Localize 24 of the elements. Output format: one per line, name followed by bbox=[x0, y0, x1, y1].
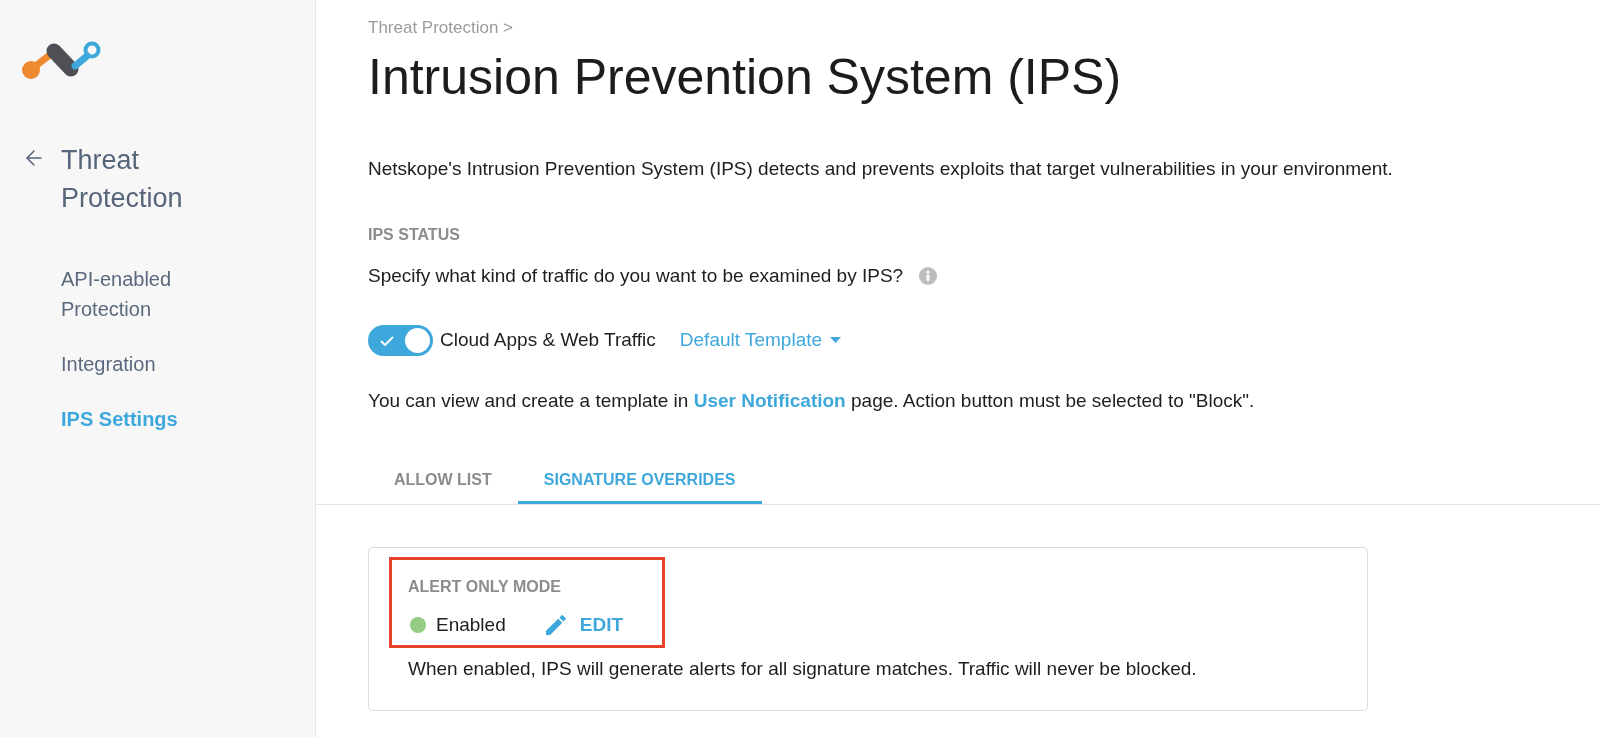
alert-mode-heading: ALERT ONLY MODE bbox=[408, 577, 562, 597]
sidebar-link[interactable]: API-enabled Protection bbox=[61, 264, 241, 324]
check-icon bbox=[380, 335, 394, 347]
status-label: Enabled bbox=[436, 612, 506, 637]
caret-icon bbox=[830, 337, 842, 343]
edit-button[interactable]: EDIT bbox=[545, 610, 623, 640]
info-icon[interactable] bbox=[919, 267, 938, 285]
alert-mode-description: When enabled, IPS will generate alerts for all signature matches. Traffic will never be blocked. bbox=[408, 657, 1198, 681]
template-dropdown[interactable]: Default Template bbox=[679, 325, 842, 355]
page-title: Intrusion Prevention System (IPS) bbox=[368, 48, 1123, 107]
breadcrumb: Threat Protection > bbox=[368, 17, 515, 39]
tab[interactable]: ALLOW LIST bbox=[368, 462, 518, 504]
question-text: Specify what kind of traffic do you want to be examined by IPS? bbox=[368, 264, 904, 288]
template-note: You can view and create a template in User Notification page. Action button must be selected to "Block". bbox=[368, 389, 1256, 413]
toggle-label: Cloud Apps & Web Traffic bbox=[440, 327, 656, 352]
toggle-switch[interactable] bbox=[368, 324, 433, 356]
tab[interactable]: SIGNATURE OVERRIDES bbox=[517, 462, 762, 504]
user-notification-link[interactable]: User Notification bbox=[693, 390, 846, 411]
pencil-icon bbox=[545, 615, 566, 635]
sidebar-title: Threat Protection bbox=[61, 144, 184, 215]
sidebar-link[interactable]: IPS Settings bbox=[61, 404, 241, 434]
ips-status-heading: IPS STATUS bbox=[368, 225, 461, 245]
intro-text: Netskope's Intrusion Prevention System (IPS) detects and prevents exploits that target vulnerabilities in your environment. bbox=[368, 157, 1394, 181]
sidebar-link[interactable]: Integration bbox=[61, 349, 241, 379]
